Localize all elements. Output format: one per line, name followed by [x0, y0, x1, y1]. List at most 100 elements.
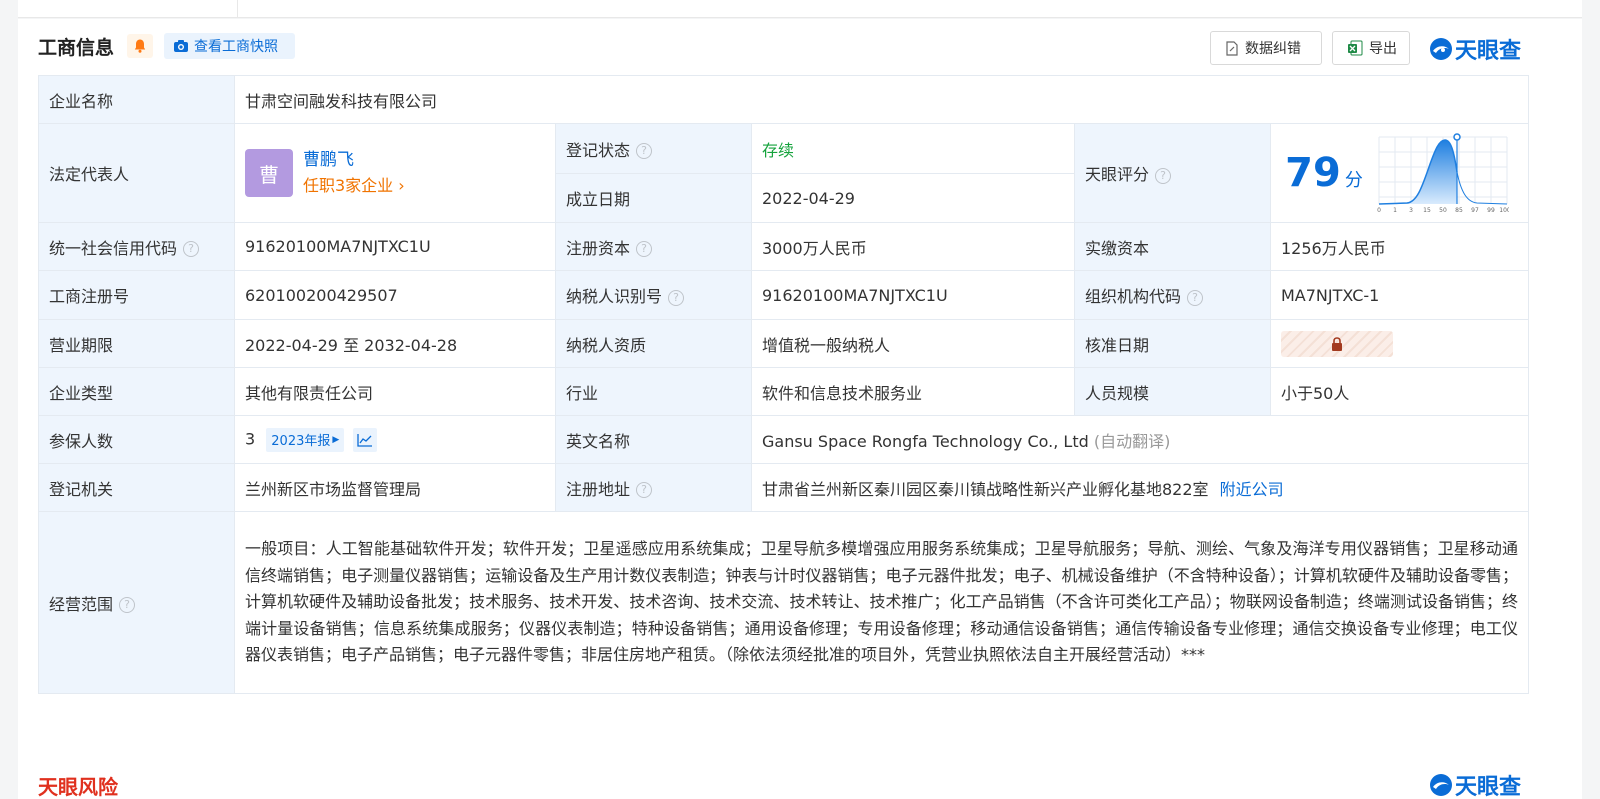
table-row: 工商注册号 620100200429507 纳税人识别号? 91620100MA…: [38, 270, 1530, 320]
score-tick: 3: [1409, 207, 1413, 214]
industry-label: 行业: [555, 367, 752, 416]
reg-capital-value: 3000万人民币: [751, 222, 1075, 271]
approval-date-value: [1269, 319, 1530, 368]
annual-report-tag[interactable]: 2023年报 ▶: [266, 427, 345, 452]
brand-logo-bottom: 天眼查: [1429, 771, 1521, 799]
view-snapshot-button[interactable]: 查看工商快照: [164, 33, 295, 59]
tax-qual-label: 纳税人资质: [555, 319, 752, 368]
help-icon[interactable]: ?: [636, 241, 653, 257]
scope-label: 经营范围?: [38, 511, 235, 694]
paid-capital-value: 1256万人民币: [1269, 222, 1530, 271]
english-name-label: 英文名称: [555, 415, 752, 464]
term-value: 2022-04-29 至 2032-04-28: [234, 319, 556, 368]
biz-reg-no-value: 620100200429507: [234, 270, 556, 320]
eye-logo-icon: [1430, 774, 1452, 796]
help-icon[interactable]: ?: [636, 143, 653, 159]
data-correction-label: 数据纠错: [1245, 41, 1301, 57]
table-row: 经营范围? 一般项目：人工智能基础软件开发；软件开发；卫星遥感应用系统集成；卫星…: [38, 511, 1530, 694]
org-code-value: MA7NJTXC-1: [1269, 270, 1530, 320]
table-row: 统一社会信用代码? 91620100MA7NJTXC1U 注册资本? 3000万…: [38, 222, 1530, 271]
score-tick: 85: [1455, 207, 1463, 214]
address-value: 甘肃省兰州新区秦川园区秦川镇战略性新兴产业孵化基地822室: [762, 479, 1209, 499]
tax-qual-value: 增值税一般纳税人: [751, 319, 1075, 368]
address-cell: 甘肃省兰州新区秦川园区秦川镇战略性新兴产业孵化基地822室 附近公司: [750, 463, 1530, 512]
staff-label: 人员规模: [1074, 367, 1271, 416]
score-tick: 50: [1439, 207, 1447, 214]
table-row: 企业类型 其他有限责任公司 行业 软件和信息技术服务业 人员规模 小于50人: [38, 367, 1530, 416]
score-tick: 0: [1377, 207, 1381, 214]
approval-date-label: 核准日期: [1074, 319, 1271, 368]
bell-icon[interactable]: [127, 34, 153, 58]
score-distribution-chart: 0 1 3 15 50 85 97 99 100: [1377, 133, 1509, 214]
help-icon[interactable]: ?: [636, 482, 653, 498]
address-label: 注册地址?: [555, 463, 752, 512]
reg-capital-label: 注册资本?: [555, 222, 752, 271]
section-title: 工商信息: [38, 37, 115, 59]
table-row: 法定代表人 曹 曹鹏飞 任职3家企业 › 登记状态? 存续 天眼评分? 79分: [38, 123, 1530, 223]
credit-code-value: 91620100MA7NJTXC1U: [234, 222, 556, 271]
authority-value: 兰州新区市场监督管理局: [234, 463, 556, 512]
score-tick: 1: [1393, 207, 1397, 214]
score-display: 79 分: [1281, 150, 1367, 196]
help-icon[interactable]: ?: [1187, 289, 1204, 306]
legal-rep-name-link[interactable]: 曹鹏飞: [303, 147, 405, 173]
help-icon[interactable]: ?: [183, 241, 200, 257]
company-name-label: 企业名称: [38, 75, 235, 124]
lock-icon: [1332, 336, 1342, 351]
table-row: 企业名称 甘肃空间融发科技有限公司: [38, 75, 1530, 124]
english-name-value: Gansu Space Rongfa Technology Co., Ltd: [762, 431, 1089, 451]
score-tick: 99: [1487, 207, 1495, 214]
top-tab-cell[interactable]: [18, 0, 238, 18]
score-label: 天眼评分?: [1074, 123, 1271, 223]
export-label: 导出: [1369, 41, 1397, 57]
view-snapshot-label: 查看工商快照: [194, 39, 278, 55]
english-name-cell: Gansu Space Rongfa Technology Co., Ltd (…: [750, 415, 1530, 464]
insured-cell: 3 2023年报 ▶: [234, 415, 556, 464]
excel-icon: [1348, 40, 1363, 56]
score-value: 79: [1285, 150, 1341, 196]
authority-label: 登记机关: [38, 463, 235, 512]
eye-logo-icon: [1430, 38, 1452, 60]
org-code-label: 组织机构代码?: [1074, 270, 1271, 320]
brand-logo: 天眼查: [1429, 33, 1521, 65]
help-icon[interactable]: ?: [668, 289, 685, 306]
edit-doc-icon: [1226, 40, 1238, 56]
legal-rep-positions-link[interactable]: 任职3家企业 ›: [303, 173, 405, 199]
score-tick: 15: [1423, 207, 1431, 214]
type-value: 其他有限责任公司: [234, 367, 556, 416]
trend-chart-icon[interactable]: [353, 427, 378, 452]
taxpayer-id-value: 91620100MA7NJTXC1U: [751, 270, 1075, 320]
table-row: 登记机关 兰州新区市场监督管理局 注册地址? 甘肃省兰州新区秦川园区秦川镇战略性…: [38, 463, 1530, 512]
company-name-value: 甘肃空间融发科技有限公司: [233, 75, 1530, 124]
insured-label: 参保人数: [38, 415, 235, 464]
term-label: 营业期限: [38, 319, 235, 368]
score-tick: 100: [1499, 207, 1509, 214]
taxpayer-id-label: 纳税人识别号?: [555, 270, 752, 320]
top-tab-strip: [18, 0, 1582, 18]
nearby-companies-link[interactable]: 附近公司: [1220, 480, 1284, 499]
next-section-title: 天眼风险: [38, 775, 118, 799]
paid-capital-label: 实缴资本: [1074, 222, 1271, 271]
help-icon[interactable]: ?: [1155, 167, 1172, 184]
type-label: 企业类型: [38, 367, 235, 416]
found-date-value: 2022-04-29: [751, 173, 1075, 223]
table-row: 营业期限 2022-04-29 至 2032-04-28 纳税人资质 增值税一般…: [38, 319, 1530, 368]
brand-name: 天眼查: [1455, 775, 1522, 799]
staff-value: 小于50人: [1269, 367, 1530, 416]
avatar[interactable]: 曹: [245, 149, 293, 197]
score-cell[interactable]: 79 分 0 1 3 15 50 85 97 99 100: [1269, 123, 1530, 223]
legal-rep-label: 法定代表人: [38, 123, 235, 223]
business-info-card: 工商信息 查看工商快照 数据纠错 导出 天眼查 企业名称 甘肃空间融发科技有限公…: [18, 19, 1582, 799]
chevron-right-icon: ›: [393, 176, 405, 195]
insured-value: 3: [245, 429, 256, 448]
help-icon[interactable]: ?: [119, 597, 136, 613]
caret-right-icon: ▶: [332, 434, 340, 445]
credit-code-label: 统一社会信用代码?: [38, 222, 235, 271]
locked-value[interactable]: [1281, 330, 1393, 357]
industry-value: 软件和信息技术服务业: [751, 367, 1075, 416]
business-scope-value: 一般项目：人工智能基础软件开发；软件开发；卫星遥感应用系统集成；卫星导航多模增强…: [233, 511, 1530, 694]
brand-name: 天眼查: [1455, 39, 1522, 64]
found-date-label: 成立日期: [555, 173, 752, 223]
export-button[interactable]: 导出: [1332, 31, 1410, 65]
data-correction-button[interactable]: 数据纠错: [1210, 31, 1322, 65]
